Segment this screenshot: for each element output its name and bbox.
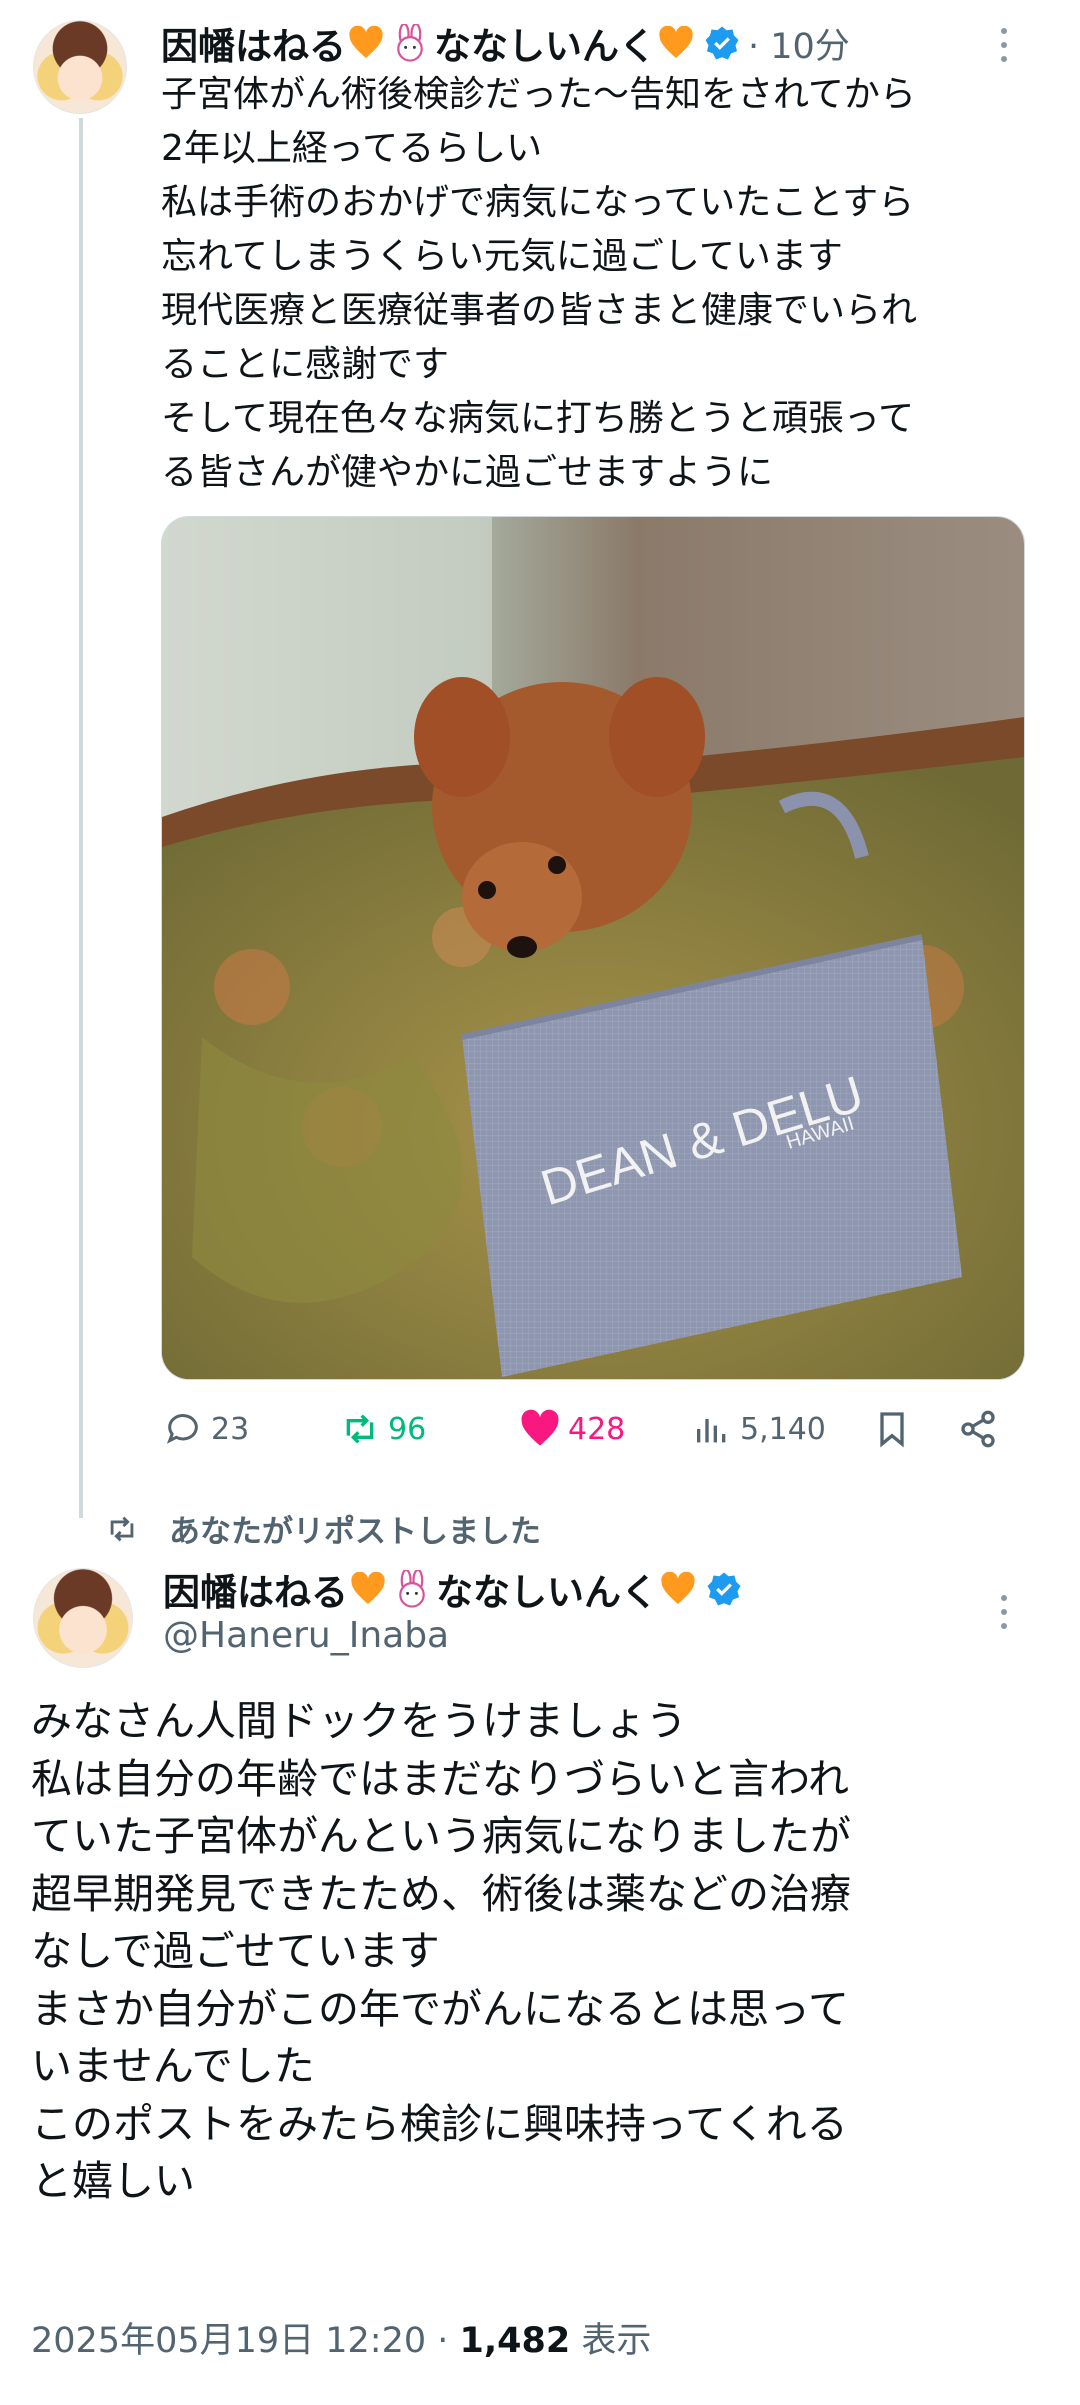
post2-header: 因幡はねる ななしいんく bbox=[163, 1564, 742, 1614]
post-text: 子宮体がん術後検診だった〜告知をされてから 2年以上経ってるらしい 私は手術のお… bbox=[161, 74, 918, 493]
orange-heart-icon bbox=[659, 26, 693, 58]
like-button[interactable]: 428 bbox=[520, 1409, 625, 1449]
repost-icon bbox=[346, 1414, 374, 1444]
repost-note: あなたがリポストしました bbox=[105, 1506, 541, 1551]
view-count: 1,482 bbox=[459, 2321, 571, 2361]
verified-badge-icon bbox=[705, 26, 739, 60]
reply-icon bbox=[166, 1414, 198, 1444]
view-count: 5,140 bbox=[740, 1411, 826, 1447]
post-time[interactable]: · 10分 bbox=[748, 18, 850, 69]
post-text: みなさん人間ドックをうけましょう 私は自分の年齢ではまだなりづらいと言われ てい… bbox=[31, 1697, 851, 2205]
share-icon bbox=[961, 1410, 995, 1448]
repost-count: 96 bbox=[388, 1411, 427, 1447]
repost-button[interactable]: 96 bbox=[340, 1409, 426, 1449]
orange-heart-icon bbox=[661, 1572, 695, 1604]
heart-icon bbox=[521, 1409, 559, 1446]
thread-line bbox=[79, 118, 83, 1518]
view-label: 表示 bbox=[570, 2321, 652, 2361]
like-count: 428 bbox=[568, 1411, 626, 1447]
post-photo[interactable]: DEAN & DELU HAWAII bbox=[161, 516, 1025, 1380]
post-metadata: 2025年05月19日 12:20 · 1,482 表示 bbox=[31, 2312, 651, 2363]
verified-badge-icon bbox=[707, 1572, 741, 1606]
share-button[interactable] bbox=[958, 1409, 998, 1449]
more-options-icon[interactable] bbox=[999, 1592, 1009, 1632]
bookmark-icon bbox=[880, 1412, 904, 1448]
orange-heart-icon bbox=[349, 26, 383, 58]
user-handle[interactable]: @Haneru_Inaba bbox=[163, 1615, 449, 1656]
rabbit-icon bbox=[399, 1570, 425, 1608]
display-name-2[interactable]: ななしいんく bbox=[434, 16, 656, 70]
photo-illustration: DEAN & DELU HAWAII bbox=[162, 517, 1024, 1379]
reply-count: 23 bbox=[211, 1411, 250, 1447]
reply-button[interactable]: 23 bbox=[163, 1409, 249, 1449]
analytics-icon bbox=[697, 1419, 726, 1443]
rabbit-icon bbox=[397, 24, 423, 62]
repost-note-text: あなたがリポストしました bbox=[169, 1514, 541, 1550]
post-date[interactable]: 2025年05月19日 12:20 · bbox=[31, 2321, 460, 2361]
post1-header: 因幡はねる ななしいんく · 10分 bbox=[161, 18, 850, 68]
views-button[interactable]: 5,140 bbox=[692, 1409, 826, 1449]
avatar[interactable] bbox=[33, 20, 127, 114]
avatar[interactable] bbox=[33, 1568, 133, 1668]
display-name[interactable]: 因幡はねる bbox=[163, 1562, 348, 1616]
display-name[interactable]: 因幡はねる bbox=[161, 16, 346, 70]
display-name-2[interactable]: ななしいんく bbox=[436, 1562, 658, 1616]
repost-icon bbox=[110, 1516, 134, 1541]
bookmark-button[interactable] bbox=[872, 1409, 912, 1449]
orange-heart-icon bbox=[351, 1572, 385, 1604]
more-options-icon[interactable] bbox=[999, 25, 1009, 65]
